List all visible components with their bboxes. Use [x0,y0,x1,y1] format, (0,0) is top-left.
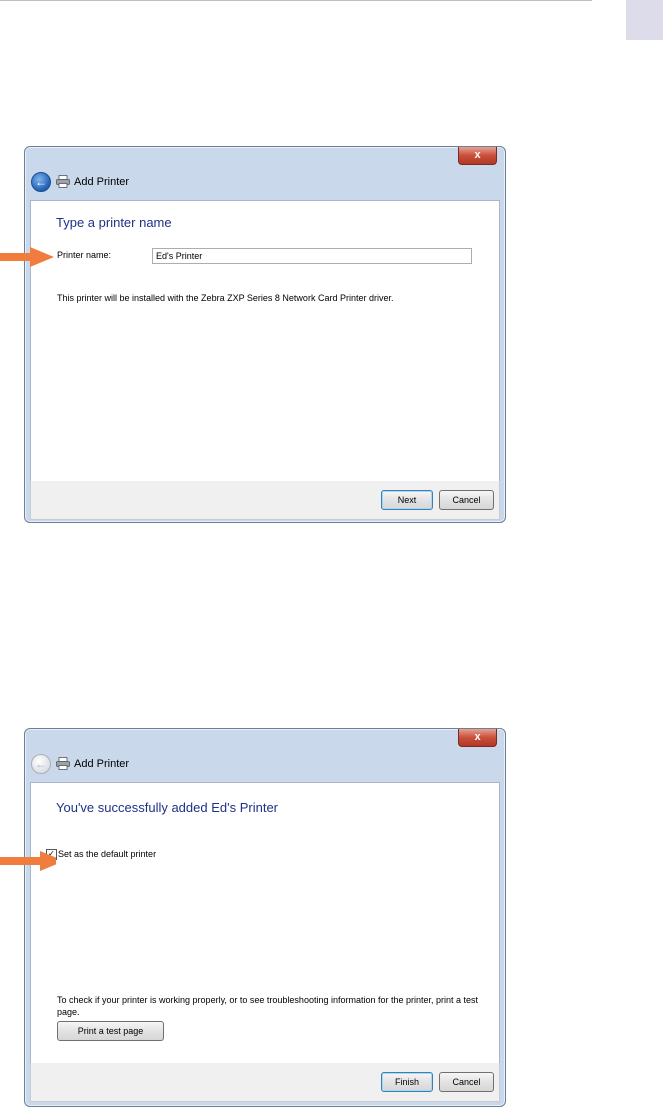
title-bar: ← Add Printer [25,165,505,201]
content-panel: Type a printer name Printer name: This p… [30,200,500,482]
back-arrow-icon: ← [35,757,47,771]
printer-name-label: Printer name: [57,250,112,260]
back-button[interactable]: ← [31,754,51,774]
back-button[interactable]: ← [31,172,51,192]
printer-name-field[interactable] [152,248,472,264]
pointer-arrow-icon [0,247,54,267]
page-divider [0,0,592,1]
dialog-footer: Finish Cancel [30,1063,500,1102]
page-heading: You've successfully added Ed's Printer [56,800,278,815]
printer-icon [56,175,70,188]
window-title: Add Printer [74,176,130,188]
title-bar: ← Add Printer [25,747,505,783]
close-button[interactable]: x [458,147,497,165]
printer-icon [56,757,70,770]
content-panel: You've successfully added Ed's Printer ✓… [30,782,500,1064]
window-title: Add Printer [74,758,130,770]
cancel-button[interactable]: Cancel [439,490,494,510]
close-button[interactable]: x [458,729,497,747]
driver-message: This printer will be installed with the … [57,293,394,303]
cancel-button[interactable]: Cancel [439,1072,494,1092]
page-tab-marker [626,0,663,40]
close-icon: x [474,149,481,161]
default-printer-label: Set as the default printer [58,849,157,859]
pointer-arrow-icon [0,851,56,871]
close-icon: x [474,731,481,743]
print-test-page-button[interactable]: Print a test page [57,1021,164,1041]
add-printer-dialog-name: x ← Add Printer Type a printer name Prin… [24,146,506,523]
dialog-footer: Next Cancel [30,481,500,520]
test-page-info: To check if your printer is working prop… [57,995,479,1017]
next-button[interactable]: Next [381,490,433,510]
finish-button[interactable]: Finish [381,1072,433,1092]
page-heading: Type a printer name [56,215,172,230]
back-arrow-icon: ← [35,175,47,189]
add-printer-dialog-success: x ← Add Printer You've successfully adde… [24,728,506,1107]
